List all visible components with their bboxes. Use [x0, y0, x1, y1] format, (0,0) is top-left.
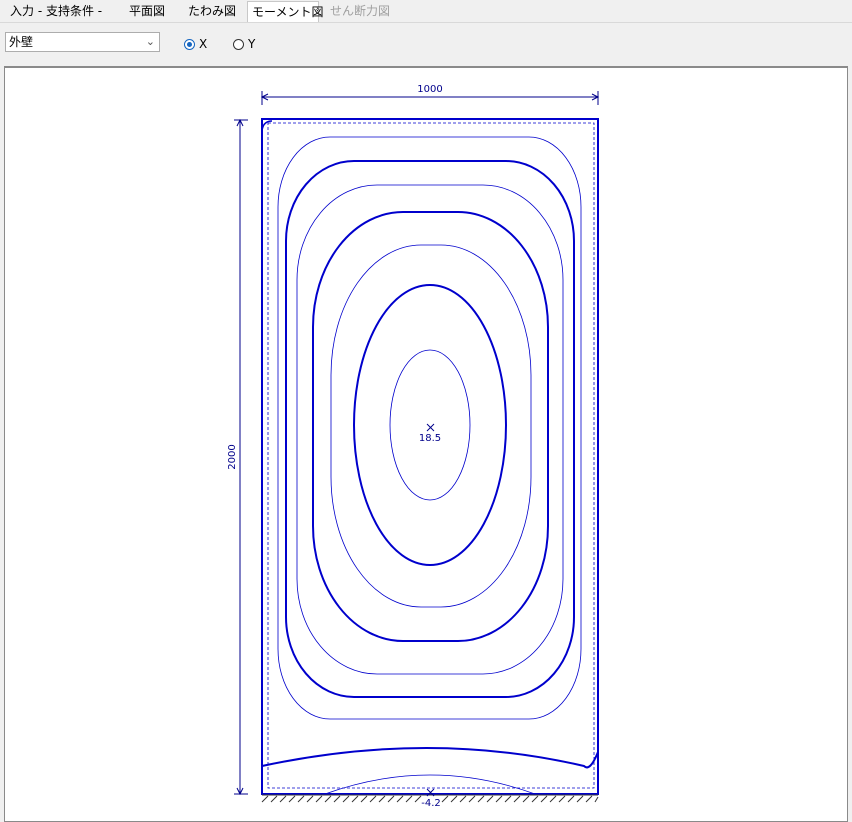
- tab-input-support[interactable]: 入力 - 支持条件 -: [10, 1, 102, 21]
- contour-negative-1: [261, 747, 599, 769]
- moment-diagram-canvas: 1000 2000 18.5 -4.2: [4, 66, 848, 822]
- height-dimension-label: 2000: [227, 444, 238, 469]
- corner-curve: [261, 120, 273, 132]
- radio-y[interactable]: Y: [233, 37, 255, 53]
- options-bar: 外壁 ⌄ X Y: [0, 23, 852, 66]
- chevron-down-icon: ⌄: [145, 35, 155, 48]
- tab-shear: せん断力図: [330, 4, 391, 18]
- min-moment-label: -4.2: [421, 798, 441, 809]
- width-dimension-label: 1000: [417, 84, 442, 95]
- slab-inner-dashed: [267, 122, 595, 789]
- tab-deflection[interactable]: たわみ図: [188, 1, 236, 21]
- contour-4: [312, 211, 549, 642]
- contour-6: [353, 284, 507, 566]
- radio-y-label: Y: [248, 37, 256, 51]
- radio-x-label: X: [199, 37, 208, 51]
- radio-x-indicator[interactable]: [184, 39, 195, 50]
- max-moment-label: 18.5: [419, 433, 441, 444]
- wall-select-value: 外壁: [9, 35, 34, 49]
- contour-3: [296, 184, 564, 675]
- contour-7: [389, 349, 471, 501]
- tab-moment[interactable]: モーメント図: [247, 1, 324, 22]
- contour-negative-2: [324, 774, 536, 795]
- radio-x[interactable]: X: [184, 37, 207, 53]
- tab-plan[interactable]: 平面図: [129, 1, 165, 21]
- moment-diagram: 1000 2000 18.5 -4.2: [227, 84, 600, 809]
- tab-bar: 入力 - 支持条件 - 平面図 たわみ図 モーメント図 せん断力図: [0, 0, 852, 23]
- negative-moment-contours: [261, 747, 599, 795]
- contour-5: [330, 244, 532, 608]
- radio-y-indicator[interactable]: [233, 39, 244, 50]
- wall-select[interactable]: 外壁 ⌄: [5, 32, 160, 52]
- max-point-marker: [426, 423, 435, 432]
